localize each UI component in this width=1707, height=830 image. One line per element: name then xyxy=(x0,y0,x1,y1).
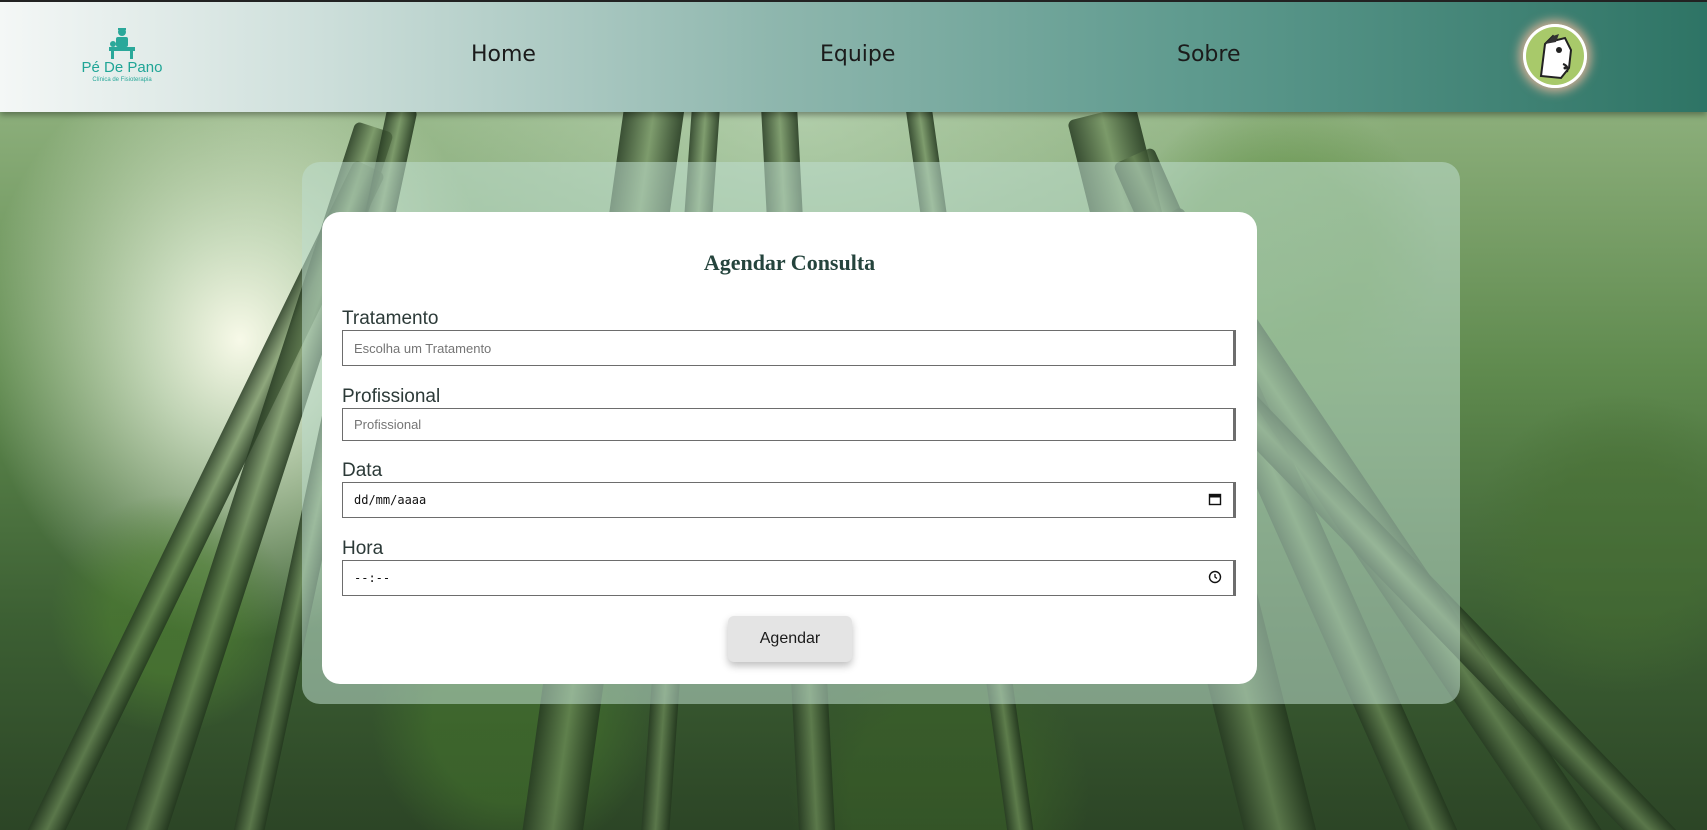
profissional-placeholder: Profissional xyxy=(354,417,422,432)
calendar-icon[interactable] xyxy=(1208,492,1222,509)
user-avatar[interactable] xyxy=(1523,24,1587,88)
tratamento-placeholder: Escolha um Tratamento xyxy=(354,340,492,356)
physio-figure-icon xyxy=(105,26,139,60)
date-value: dd/mm/aaaa xyxy=(354,493,427,507)
logo-name: Pé De Pano xyxy=(81,59,163,76)
top-navbar: Pé De Pano Clínica de Fisioterapia Home … xyxy=(0,0,1707,112)
logo-subtitle: Clínica de Fisioterapia xyxy=(92,77,152,83)
date-input[interactable]: dd/mm/aaaa xyxy=(342,482,1236,518)
tratamento-select[interactable]: Escolha um Tratamento xyxy=(342,330,1236,366)
profissional-label: Profissional xyxy=(342,386,441,407)
nav-home[interactable]: Home xyxy=(471,42,536,67)
form-title: Agendar Consulta xyxy=(703,250,876,275)
appointment-form: Agendar Consulta Tratamento Escolha um T… xyxy=(322,212,1257,684)
time-input[interactable]: --:-- xyxy=(342,560,1236,596)
nav-sobre[interactable]: Sobre xyxy=(1177,42,1241,67)
horse-mascot-icon xyxy=(1523,24,1587,88)
hora-label: Hora xyxy=(342,538,384,559)
clock-icon[interactable] xyxy=(1208,570,1222,587)
tratamento-label: Tratamento xyxy=(342,308,439,329)
agendar-button[interactable]: Agendar xyxy=(728,616,852,662)
time-value: --:-- xyxy=(354,571,391,585)
data-label: Data xyxy=(342,460,383,481)
clinic-logo[interactable]: Pé De Pano Clínica de Fisioterapia xyxy=(72,26,172,90)
profissional-input[interactable]: Profissional xyxy=(342,408,1236,441)
nav-equipe[interactable]: Equipe xyxy=(820,42,895,67)
